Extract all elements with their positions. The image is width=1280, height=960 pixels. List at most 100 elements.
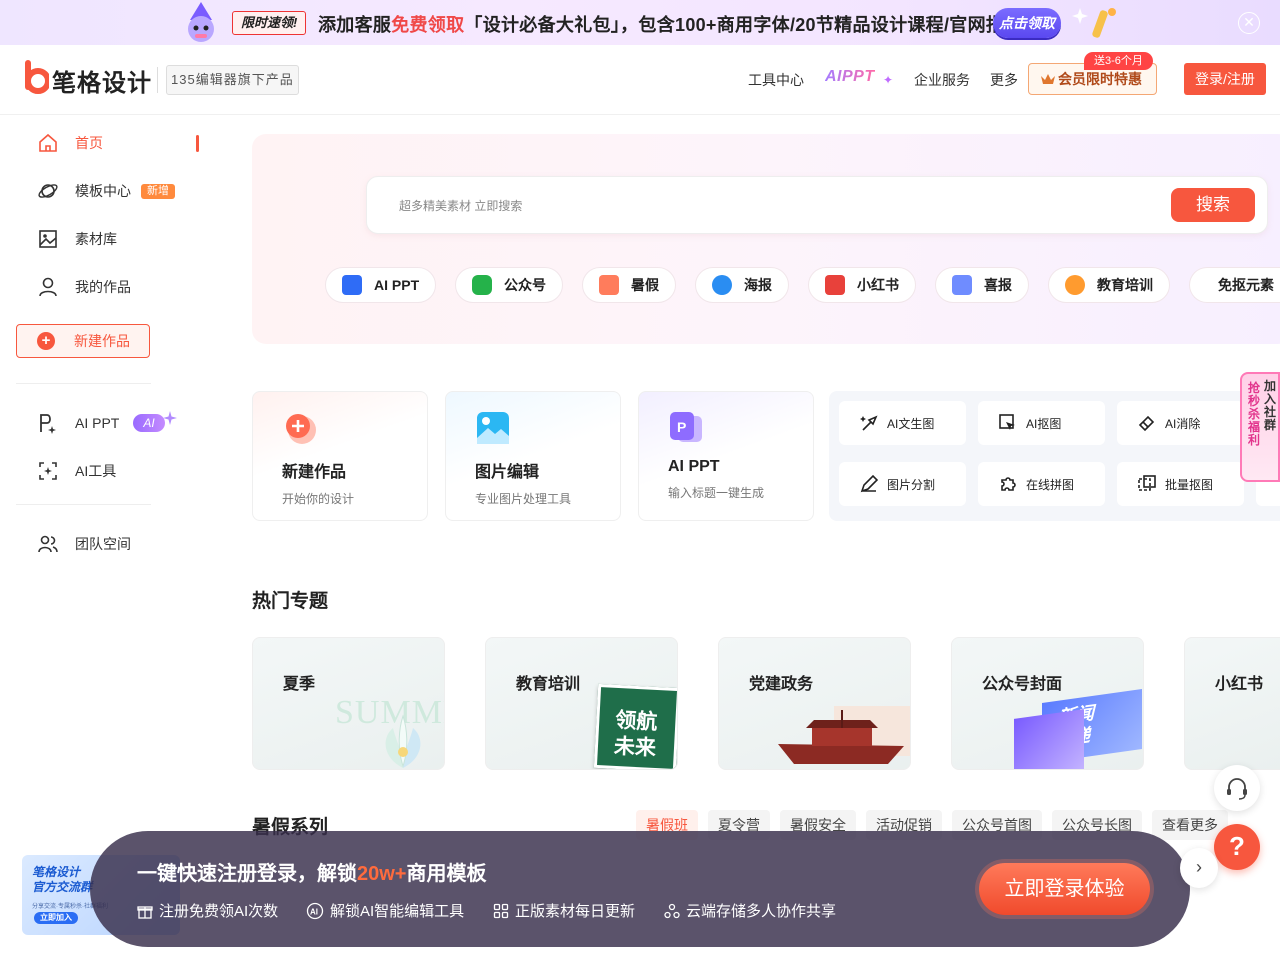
topic-title: 夏季 [283,676,316,693]
promo-text: 添加客服免费领取「设计必备大礼包」，包含100+商用字体/20节精品设计课程/官… [318,15,1060,35]
p-ai-icon [40,414,56,434]
topic-card-xiaohongshu[interactable]: 小红书 [1184,637,1280,770]
sidebar-item-materials[interactable]: 素材库 [37,227,117,251]
tool-image-split[interactable]: 图片分割 [839,462,966,506]
plus-icon: + [37,332,55,350]
card-title: 新建作品 [282,464,347,481]
help-button[interactable]: ? [1214,824,1260,870]
sidebar-item-templates[interactable]: 模板中心 新增 [37,179,175,203]
top-header: 笔格设计 135编辑器旗下产品 工具中心 AIPPT ✦ 企业服务 更多 会员限… [0,45,1280,115]
sub-product-label[interactable]: 135编辑器旗下产品 [166,65,299,95]
nav-aippt[interactable]: AIPPT [825,68,875,86]
new-work-button[interactable]: + 新建作品 [16,324,150,358]
gift-icon [137,905,153,919]
lotus-illustration [385,714,421,768]
tool-ai-cutout[interactable]: AI抠图 [978,401,1105,445]
sidebar-item-label: 团队空间 [75,536,131,552]
topic-card-wechat-cover[interactable]: 公众号封面 新闻 速递 [951,637,1144,770]
education-poster-illustration: 领航 未来 [593,683,677,769]
grid-icon [493,903,509,918]
team-icon [38,535,58,553]
card-desc: 专业图片处理工具 [475,492,572,506]
sidebar-item-label: 我的作品 [75,279,131,295]
ai-circle-icon: AI [306,902,324,919]
user-icon [39,277,57,297]
category-chip-wechat[interactable]: 公众号 [455,267,563,303]
news-cover-illustration-front [1014,709,1084,769]
nav-tool-center[interactable]: 工具中心 [748,70,804,90]
hot-topics-title: 热门专题 [252,591,329,612]
login-headline: 一键快速注册登录，解锁20w+商用模板 [137,863,487,885]
limited-offer-tag: 限时速领! [232,11,307,35]
ai-ppt-icon [342,275,362,295]
topic-card-education[interactable]: 教育培训 领航 未来 [485,637,678,770]
search-button[interactable]: 搜索 [1171,188,1255,222]
perk-cloud-collab: 云端存储多人协作共享 [664,900,836,921]
category-chip-education[interactable]: 教育培训 [1048,267,1170,303]
plus-circle-icon [286,414,316,444]
divider [157,67,158,93]
tool-batch-cutout[interactable]: 批量抠图 [1117,462,1244,506]
category-chip-poster[interactable]: 海报 [695,267,789,303]
topic-card-summer[interactable]: 夏季 SUMME [252,637,445,770]
sidebar-divider [16,383,151,384]
topic-title: 党建政务 [749,676,814,693]
search-bar: 搜索 [366,176,1268,234]
tool-collage[interactable]: 在线拼图 [978,462,1105,506]
wizard-cat-illustration [188,2,214,42]
search-input[interactable] [399,195,1099,217]
category-chip-xiaohongshu[interactable]: 小红书 [808,267,916,303]
card-desc: 输入标题一键生成 [668,486,765,500]
sidebar-item-label: 首页 [75,135,103,151]
login-experience-button[interactable]: 立即登录体验 [979,863,1150,915]
home-icon [39,133,57,152]
sidebar-item-my-works[interactable]: 我的作品 [37,275,131,299]
perk-daily-materials: 正版素材每日更新 [493,900,635,921]
join-now-button[interactable]: 立即加入 [34,912,78,924]
tool-ai-erase[interactable]: AI消除 [1117,401,1244,445]
feature-card-image-edit[interactable]: 图片编辑 专业图片处理工具 [445,391,621,521]
feature-card-new-work[interactable]: 新建作品 开始你的设计 [252,391,428,521]
thumbs-up-icon [952,275,972,295]
svg-text:AI: AI [310,907,318,916]
topic-card-party-affairs[interactable]: 党建政务 [718,637,911,770]
promo-banner[interactable]: 限时速领! 添加客服免费领取「设计必备大礼包」，包含100+商用字体/20节精品… [0,0,1280,45]
sidebar-divider [16,504,151,505]
login-prompt-bar: 一键快速注册登录，解锁20w+商用模板 注册免费领AI次数 AI 解锁AI智能编… [90,831,1190,947]
category-chip-cutout[interactable]: 免抠元素 [1189,267,1280,303]
brush-sparkle-icon [860,415,878,431]
svg-text:P: P [677,419,686,435]
category-chip-ai-ppt[interactable]: AI PPT [325,267,437,303]
topic-title: 小红书 [1215,676,1264,693]
sidebar-item-ai-tools[interactable]: AI工具 [37,459,116,483]
sidebar-item-team[interactable]: 团队空间 [37,532,131,556]
nav-more[interactable]: 更多 [990,70,1018,90]
next-arrow-button[interactable]: › [1180,848,1218,888]
teacher-icon [1065,275,1085,295]
sparkle-icon: ✦ [883,73,894,87]
close-banner-icon[interactable]: ✕ [1238,12,1260,34]
login-register-button[interactable]: 登录/注册 [1184,63,1266,95]
category-chip-summer[interactable]: 暑假 [582,267,676,303]
logo-text[interactable]: 笔格设计 [52,63,152,98]
calendar-icon [599,275,619,295]
book-icon [825,275,845,295]
category-chip-good-news[interactable]: 喜报 [935,267,1029,303]
headset-icon [1227,778,1247,800]
hero-search-panel [252,134,1280,344]
feature-card-ai-ppt[interactable]: P AI PPT 输入标题一键生成 [638,391,814,521]
join-community-float[interactable]: 抢秒杀福利 加入社群 [1240,372,1280,482]
customer-service-button[interactable] [1214,765,1260,811]
claim-button[interactable]: 点击领取 [993,8,1061,38]
crown-icon [1041,74,1055,84]
sidebar-item-ai-ppt[interactable]: AI PPT AI [37,411,177,435]
card-title: AI PPT [668,458,720,475]
card-desc: 开始你的设计 [282,492,355,506]
tool-ai-text-to-image[interactable]: AI文生图 [839,401,966,445]
wave-icon [712,275,732,295]
sidebar-item-label: 素材库 [75,231,117,247]
nav-enterprise[interactable]: 企业服务 [914,70,970,90]
new-badge: 新增 [141,183,175,199]
sidebar-item-home[interactable]: 首页 [37,131,103,155]
sparkle-icon [162,411,177,425]
